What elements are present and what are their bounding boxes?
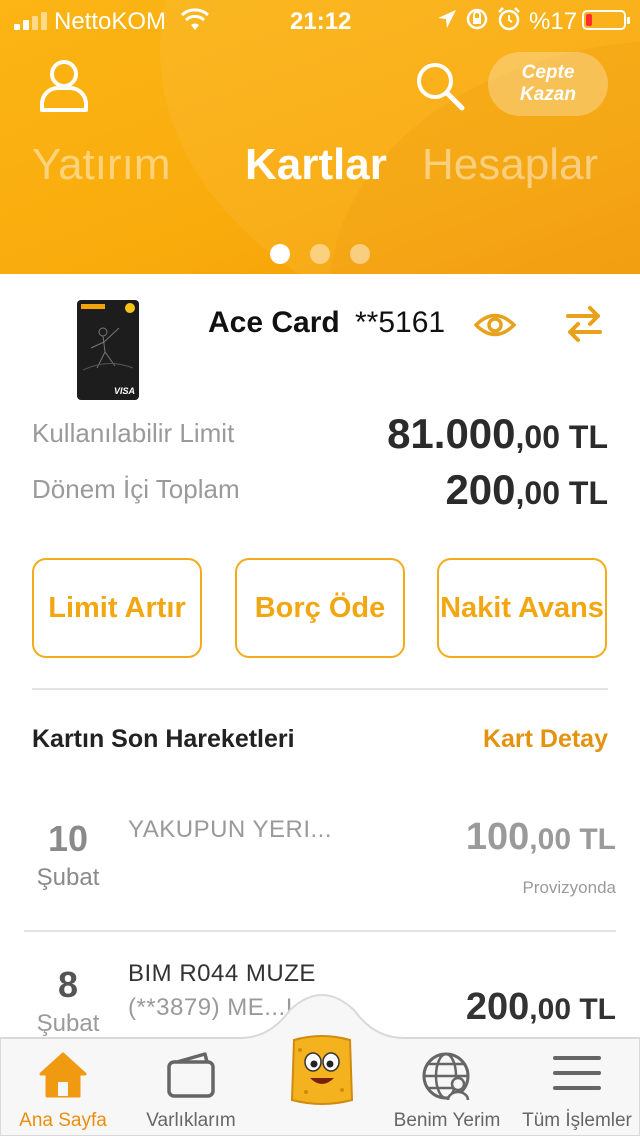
orientation-lock-icon (466, 8, 488, 30)
cepte-kazan-button[interactable]: Cepte Kazan (488, 52, 608, 116)
available-limit-row: Kullanılabilir Limit 81.000,00 TL (32, 410, 608, 460)
carrier-name: NettoKOM (54, 8, 167, 35)
available-limit-decimal: ,00 TL (515, 419, 608, 455)
period-total-integer: 200 (445, 466, 516, 513)
available-limit-amount: 81.000,00 TL (387, 410, 608, 458)
battery-percent: %17 (529, 8, 578, 35)
limit-increase-button[interactable]: Limit Artır (32, 558, 202, 658)
tab-hesaplar[interactable]: Hesaplar (422, 140, 598, 190)
page-dot-2[interactable] (310, 244, 330, 264)
nav-my-place[interactable]: Benim Yerim (388, 1038, 506, 1136)
transaction-amount-integer: 100 (465, 816, 530, 858)
card-masked-number: **5161 (355, 306, 446, 339)
card-brand-label: VISA (113, 386, 135, 396)
nav-all-operations[interactable]: Tüm İşlemler (514, 1038, 640, 1136)
available-limit-integer: 81.000 (387, 410, 516, 457)
card-image[interactable]: VISA (77, 300, 139, 400)
wifi-icon (180, 8, 210, 39)
period-total-decimal: ,00 TL (515, 475, 608, 511)
card-name: Ace Card (208, 306, 340, 339)
transaction-merchant: BIM R044 MUZE (128, 960, 316, 987)
signal-icon (14, 12, 47, 30)
tab-yatirim[interactable]: Yatırım (32, 140, 171, 190)
profile-icon[interactable] (38, 58, 90, 112)
transaction-divider (24, 930, 616, 932)
period-total-amount: 200,00 TL (445, 466, 608, 514)
card-artwork (83, 327, 133, 371)
cepte-kazan-label-1: Cepte (521, 62, 575, 83)
header: NettoKOM 21:12 %17 Cepte Kazan Yatırım K… (0, 0, 640, 274)
alarm-icon (498, 7, 520, 31)
nav-all-operations-label: Tüm İşlemler (522, 1110, 632, 1131)
transaction-status: Provizyonda (522, 878, 616, 897)
location-arrow-icon (438, 10, 456, 28)
transaction-merchant: YAKUPUN YERI... (128, 816, 332, 843)
search-icon[interactable] (414, 60, 466, 112)
nav-home[interactable]: Ana Sayfa (0, 1038, 126, 1136)
transaction-amount-decimal: ,00 TL (529, 823, 616, 856)
product-tabs: Yatırım Kartlar Hesaplar (0, 140, 640, 200)
section-divider (32, 688, 608, 690)
mascot-icon[interactable] (286, 1030, 358, 1110)
available-limit-label: Kullanılabilir Limit (32, 418, 235, 448)
nav-assets[interactable]: Varlıklarım (128, 1038, 254, 1136)
period-total-label: Dönem İçi Toplam (32, 474, 240, 504)
wallet-icon (167, 1052, 215, 1098)
card-emoji-icon (125, 303, 135, 313)
home-icon (39, 1052, 87, 1098)
battery-fill (586, 14, 592, 26)
pay-debt-button[interactable]: Borç Öde (235, 558, 405, 658)
transaction-row[interactable]: 10 Şubat YAKUPUN YERI... 100,00 TL Provi… (24, 812, 616, 930)
period-total-row: Dönem İçi Toplam 200,00 TL (32, 466, 608, 516)
recent-transactions-title: Kartın Son Hareketleri (32, 725, 295, 753)
nav-assets-label: Varlıklarım (146, 1110, 236, 1131)
transaction-amount: 100,00 TL (466, 816, 616, 859)
nav-my-place-label: Benim Yerim (393, 1110, 501, 1131)
swap-card-icon[interactable] (564, 304, 604, 344)
clock: 21:12 (290, 8, 352, 35)
tab-kartlar[interactable]: Kartlar (245, 140, 387, 190)
transaction-month: Şubat (36, 864, 100, 891)
nav-home-label: Ana Sayfa (19, 1110, 107, 1131)
eye-icon[interactable] (474, 308, 516, 342)
globe-person-icon (422, 1052, 470, 1101)
menu-icon (553, 1056, 601, 1090)
card-logo-stripe (81, 304, 105, 309)
card-detail-link[interactable]: Kart Detay (483, 725, 608, 754)
status-bar: NettoKOM 21:12 %17 (0, 0, 640, 40)
cash-advance-button[interactable]: Nakit Avans (437, 558, 607, 658)
page-dot-3[interactable] (350, 244, 370, 264)
transaction-day: 10 (47, 818, 89, 859)
page-dot-1[interactable] (270, 244, 290, 264)
battery-icon (582, 10, 630, 30)
cepte-kazan-label-2: Kazan (520, 84, 576, 105)
page-indicator (270, 244, 370, 264)
